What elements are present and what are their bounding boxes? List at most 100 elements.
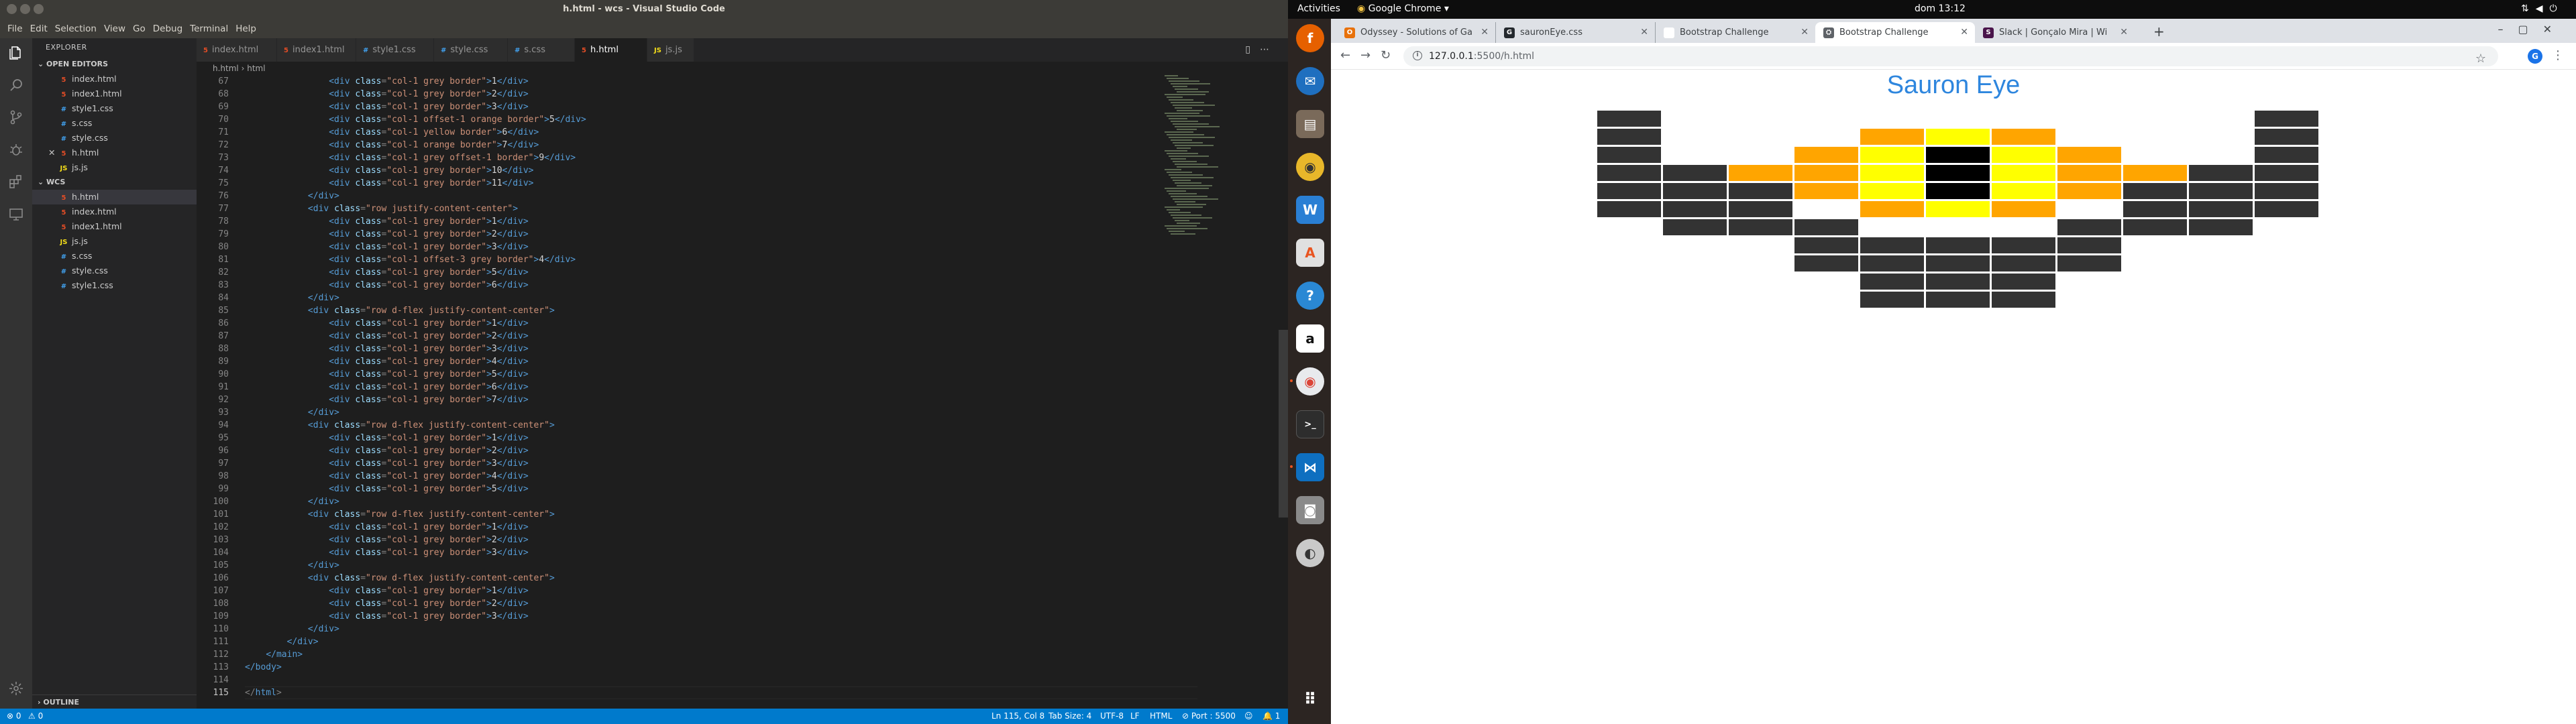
status-errors[interactable]: ⊗ 0 <box>7 709 21 724</box>
status-tab-size[interactable]: Tab Size: 4 <box>1049 709 1091 724</box>
code-line[interactable]: 113 </body> <box>197 661 1203 674</box>
profile-avatar[interactable]: G <box>2528 49 2542 64</box>
open-editor-index-html[interactable]: 5 index.html <box>32 72 197 86</box>
chrome-menu-icon[interactable]: ⋮ <box>2552 48 2564 62</box>
settings-gear-icon[interactable] <box>8 680 24 697</box>
editor-scrollbar[interactable] <box>1279 330 1288 518</box>
code-line[interactable]: 114 <box>197 674 1203 686</box>
code-line[interactable]: 85 <div class="row d-flex justify-conten… <box>197 304 1203 317</box>
code-line[interactable]: 83 <div class="col-1 grey border">6</div… <box>197 279 1203 292</box>
code-line[interactable]: 110 </div> <box>197 623 1203 636</box>
status-eol[interactable]: LF <box>1130 709 1140 724</box>
open-editor-js-js[interactable]: JS js.js <box>32 160 197 175</box>
code-line[interactable]: 88 <div class="col-1 grey border">3</div… <box>197 343 1203 355</box>
code-editor[interactable]: 67 <div class="col-1 grey border">1</div… <box>197 75 1288 709</box>
reload-icon[interactable]: ↻ <box>1381 48 1391 62</box>
open-editor-index1-html[interactable]: 5 index1.html <box>32 86 197 101</box>
chrome-tab[interactable]: O Odyssey - Solutions of Ga ✕ <box>1336 22 1496 43</box>
menu-file[interactable]: File <box>0 18 23 34</box>
outline-section[interactable]: › OUTLINE <box>32 695 197 709</box>
code-line[interactable]: 97 <div class="col-1 grey border">3</div… <box>197 457 1203 470</box>
close-editor-icon[interactable]: ✕ <box>48 145 55 160</box>
code-line[interactable]: 72 <div class="col-1 orange border">7</d… <box>197 139 1203 152</box>
tab-h-html[interactable]: 5 h.html <box>575 38 647 62</box>
code-line[interactable]: 104 <div class="col-1 grey border">3</di… <box>197 546 1203 559</box>
help-icon[interactable]: ? <box>1296 282 1324 310</box>
code-line[interactable]: 89 <div class="col-1 grey border">4</div… <box>197 355 1203 368</box>
address-bar[interactable]: i 127.0.0.1:5500/h.html ☆ <box>1403 46 2498 66</box>
thunderbird-icon[interactable]: ✉ <box>1296 67 1324 95</box>
open-editors-section[interactable]: ⌄ OPEN EDITORS <box>32 57 197 72</box>
file-s-css[interactable]: # s.css <box>32 249 197 263</box>
chrome-icon[interactable]: ◉ <box>1290 367 1324 396</box>
rhythmbox-icon[interactable]: ◉ <box>1296 153 1324 181</box>
code-line[interactable]: 79 <div class="col-1 grey border">2</div… <box>197 228 1203 241</box>
code-line[interactable]: 92 <div class="col-1 grey border">7</div… <box>197 394 1203 406</box>
site-info-icon[interactable]: i <box>1413 51 1422 60</box>
status-language[interactable]: HTML <box>1150 709 1172 724</box>
files-icon[interactable]: ▤ <box>1296 110 1324 138</box>
code-line[interactable]: 91 <div class="col-1 grey border">6</div… <box>197 381 1203 394</box>
close-icon[interactable]: ✕ <box>2543 23 2567 36</box>
source-control-icon[interactable] <box>8 109 24 125</box>
activities-button[interactable]: Activities <box>1297 3 1340 14</box>
code-line[interactable]: 112 </main> <box>197 648 1203 661</box>
code-line[interactable]: 76 </div> <box>197 190 1203 202</box>
feedback-smiley-icon[interactable]: ☺ <box>1244 709 1253 724</box>
libreoffice-writer-icon[interactable]: W <box>1296 196 1324 224</box>
file-style1-css[interactable]: # style1.css <box>32 278 197 293</box>
menu-debug[interactable]: Debug <box>146 18 182 34</box>
apps-grid-icon[interactable]: ⠿ <box>1296 685 1324 713</box>
menu-view[interactable]: View <box>97 18 125 34</box>
code-line[interactable]: 94 <div class="row d-flex justify-conten… <box>197 419 1203 432</box>
file-index1-html[interactable]: 5 index1.html <box>32 219 197 234</box>
file-style-css[interactable]: # style.css <box>32 263 197 278</box>
code-line[interactable]: 87 <div class="col-1 grey border">2</div… <box>197 330 1203 343</box>
code-line[interactable]: 105 </div> <box>197 559 1203 572</box>
new-tab-button[interactable]: + <box>2153 23 2165 40</box>
close-tab-icon[interactable]: ✕ <box>1640 22 1648 43</box>
code-line[interactable]: 73 <div class="col-1 grey offset-1 borde… <box>197 152 1203 164</box>
code-line[interactable]: 75 <div class="col-1 grey border">11</di… <box>197 177 1203 190</box>
code-line[interactable]: 95 <div class="col-1 grey border">1</div… <box>197 432 1203 444</box>
code-line[interactable]: 100 </div> <box>197 495 1203 508</box>
tab-index1-html[interactable]: 5 index1.html <box>277 38 356 62</box>
software-center-icon[interactable]: A <box>1296 239 1324 267</box>
search-icon[interactable] <box>8 77 24 93</box>
close-tab-icon[interactable]: ✕ <box>1801 22 1809 43</box>
close-tab-icon[interactable]: ✕ <box>1481 22 1489 43</box>
status-live-server-port[interactable]: ⊘ Port : 5500 <box>1182 709 1236 724</box>
open-editor-s-css[interactable]: # s.css <box>32 116 197 131</box>
code-line[interactable]: 99 <div class="col-1 grey border">5</div… <box>197 483 1203 495</box>
breadcrumb-file[interactable]: h.html <box>213 64 239 73</box>
code-line[interactable]: 80 <div class="col-1 grey border">3</div… <box>197 241 1203 253</box>
close-tab-icon[interactable]: ✕ <box>2120 22 2128 43</box>
tab-style-css[interactable]: # style.css <box>434 38 508 62</box>
workspace-folder-section[interactable]: ⌄ WCS <box>32 175 197 190</box>
menu-selection[interactable]: Selection <box>48 18 97 34</box>
code-line[interactable]: 108 <div class="col-1 grey border">2</di… <box>197 597 1203 610</box>
code-line[interactable]: 96 <div class="col-1 grey border">2</div… <box>197 444 1203 457</box>
code-line[interactable]: 106 <div class="row d-flex justify-conte… <box>197 572 1203 585</box>
code-line[interactable]: 102 <div class="col-1 grey border">1</di… <box>197 521 1203 534</box>
code-line[interactable]: 111 </div> <box>197 636 1203 648</box>
code-line[interactable]: 67 <div class="col-1 grey border">1</div… <box>197 75 1203 88</box>
vscode-icon[interactable]: ⋈ <box>1290 453 1324 481</box>
split-editor-icon[interactable]: ▯ <box>1245 44 1260 55</box>
screenshot-icon[interactable]: ◙ <box>1296 496 1324 524</box>
code-line[interactable]: 68 <div class="col-1 grey border">2</div… <box>197 88 1203 101</box>
maximize-icon[interactable]: ▢ <box>2518 23 2542 36</box>
code-line[interactable]: 81 <div class="col-1 offset-3 grey borde… <box>197 253 1203 266</box>
chrome-tab[interactable]: ⛭ Bootstrap Challenge ✕ <box>1815 22 1975 43</box>
back-icon[interactable]: ← <box>1340 48 1350 62</box>
code-line[interactable]: 74 <div class="col-1 grey border">10</di… <box>197 164 1203 177</box>
menu-go[interactable]: Go <box>125 18 146 34</box>
system-tray[interactable]: ⇅◀⏻ <box>2521 3 2564 14</box>
code-line[interactable]: 69 <div class="col-1 grey border">3</div… <box>197 101 1203 113</box>
status-cursor-position[interactable]: Ln 115, Col 8 <box>991 709 1044 724</box>
explorer-icon[interactable] <box>8 45 24 61</box>
code-line[interactable]: 90 <div class="col-1 grey border">5</div… <box>197 368 1203 381</box>
code-line[interactable]: 71 <div class="col-1 yellow border">6</d… <box>197 126 1203 139</box>
chrome-tab[interactable]: S Slack | Gonçalo Mira | Wi ✕ <box>1975 22 2135 43</box>
file-index-html[interactable]: 5 index.html <box>32 204 197 219</box>
